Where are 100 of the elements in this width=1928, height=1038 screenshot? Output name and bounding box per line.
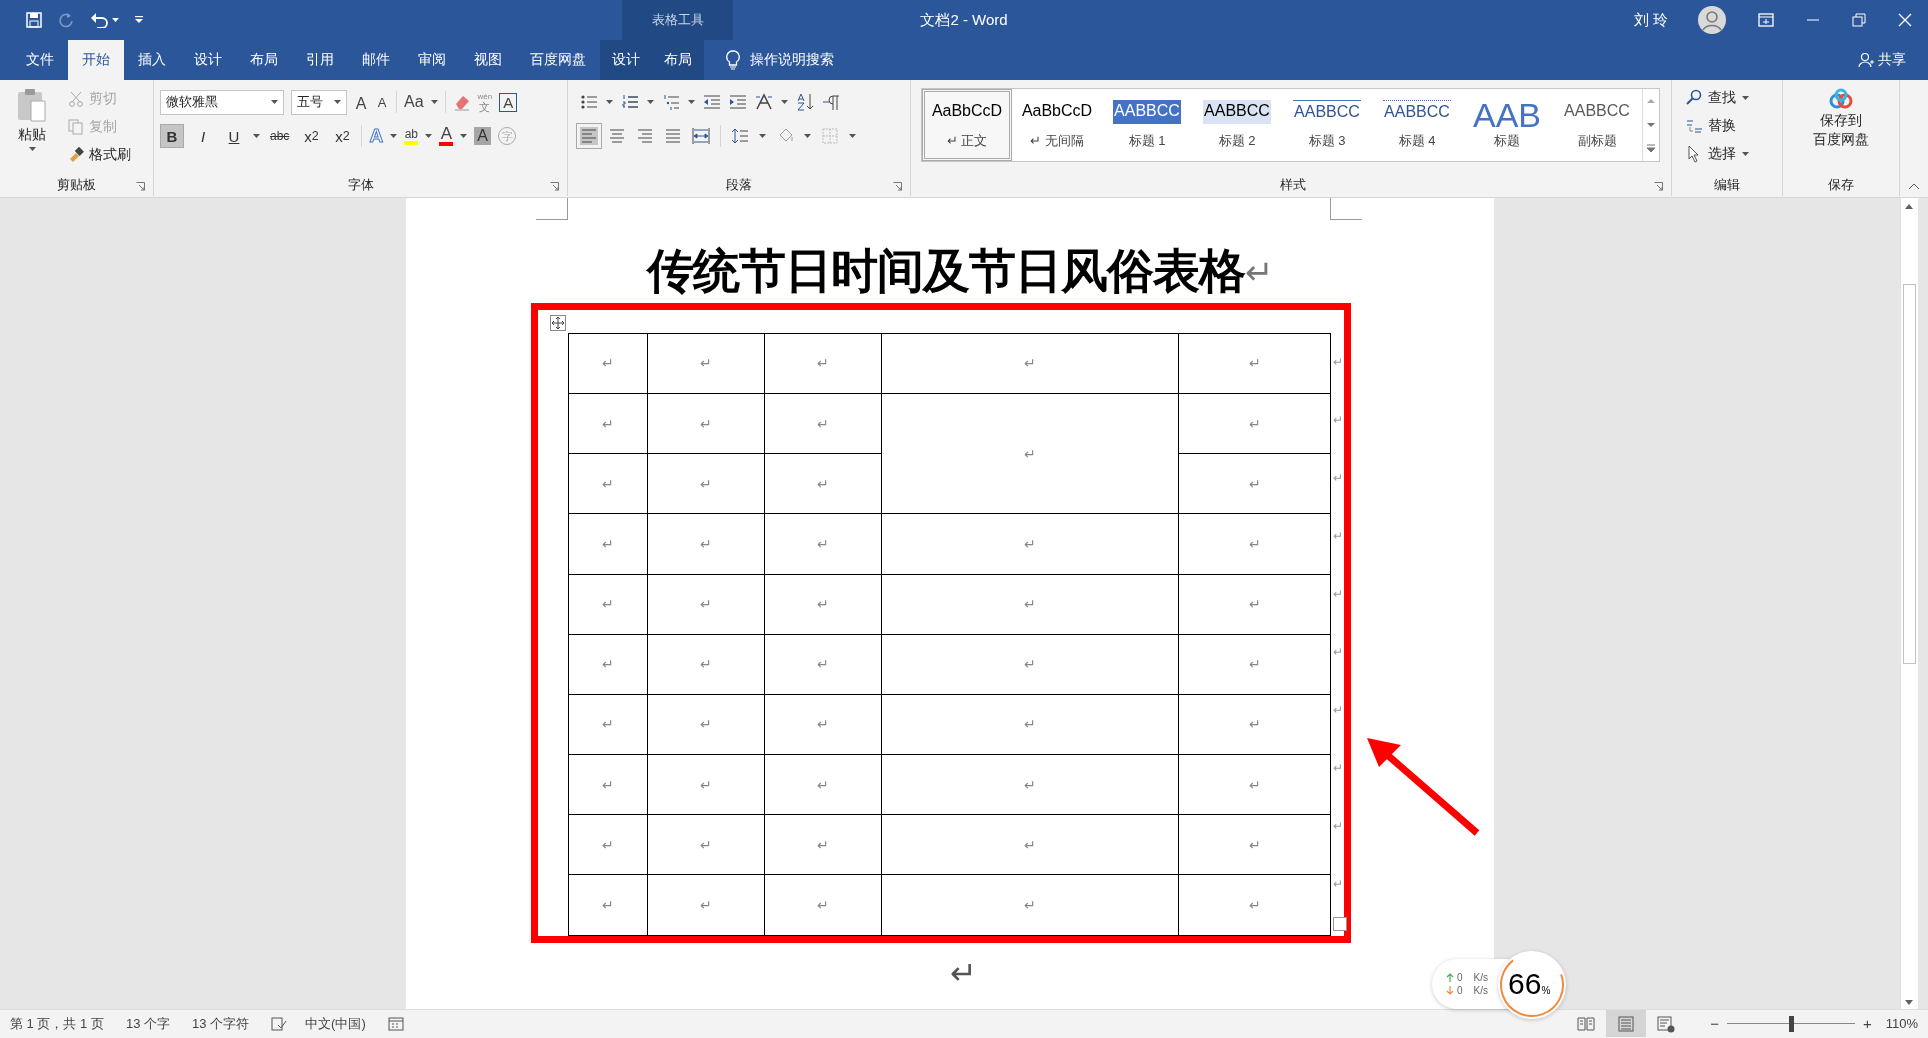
shrink-font-button[interactable]: A	[375, 94, 389, 110]
row-end-mark: ↵	[1333, 354, 1343, 369]
ribbon-tab[interactable]: 视图	[460, 40, 516, 80]
zoom-out-button[interactable]: −	[1704, 1015, 1725, 1033]
caret-icon[interactable]	[425, 134, 433, 138]
caret-icon[interactable]	[390, 134, 398, 138]
font-color-button[interactable]: A	[439, 126, 454, 146]
caret-icon[interactable]	[759, 134, 766, 138]
caret-icon[interactable]	[849, 134, 856, 138]
style-item[interactable]: AaBbCcD ↵ 无间隔	[1012, 89, 1102, 161]
zoom-in-button[interactable]: +	[1856, 1015, 1878, 1033]
caret-icon[interactable]	[334, 100, 341, 104]
style-item[interactable]: AaBbCcD ↵ 正文	[922, 89, 1012, 161]
increase-indent-icon[interactable]	[729, 93, 747, 111]
redo-icon[interactable]	[58, 12, 74, 28]
sort-icon[interactable]	[796, 93, 814, 111]
vertical-scrollbar[interactable]	[1900, 197, 1918, 1010]
ribbon-tab[interactable]: 布局	[236, 40, 292, 80]
character-border-button[interactable]: A	[499, 92, 518, 112]
style-item[interactable]: AABBCC 副标题	[1552, 89, 1642, 161]
caret-icon[interactable]	[688, 100, 695, 104]
caret-icon[interactable]	[1742, 152, 1749, 156]
caret-icon[interactable]	[647, 100, 654, 104]
scrollbar-thumb[interactable]	[1903, 283, 1916, 664]
paragraph-mark-icon[interactable]	[822, 93, 840, 111]
ribbon-tab[interactable]: 审阅	[404, 40, 460, 80]
customize-toolbar-icon[interactable]	[135, 16, 143, 24]
save-to-cloud-button[interactable]: 保存到 百度网盘	[1809, 86, 1873, 174]
format-button[interactable]: B	[160, 124, 184, 148]
text-layout-icon[interactable]	[755, 93, 773, 111]
change-case-button[interactable]: Aa	[404, 93, 424, 111]
close-icon[interactable]	[1898, 13, 1912, 27]
ribbon-tab[interactable]: 设计	[600, 40, 652, 80]
editing-button[interactable]: 选择	[1684, 142, 1776, 166]
ribbon-tab[interactable]: 引用	[292, 40, 348, 80]
share-button[interactable]: 共享	[1852, 40, 1912, 80]
undo-icon[interactable]	[90, 12, 108, 28]
table-move-handle-icon[interactable]	[550, 314, 566, 331]
proofing-icon[interactable]	[271, 1015, 288, 1032]
ribbon-tab[interactable]: 文件	[12, 40, 68, 80]
multilevel-list-icon[interactable]	[662, 93, 680, 111]
character-shading-button[interactable]: A	[474, 127, 492, 145]
clipboard-button[interactable]: 格式刷	[64, 142, 135, 168]
ribbon-tab[interactable]: 百度网盘	[516, 40, 600, 80]
caret-icon[interactable]	[1742, 96, 1749, 100]
style-item[interactable]: AAB 标题	[1462, 89, 1552, 161]
ribbon-tab[interactable]: 邮件	[348, 40, 404, 80]
table-resize-handle-icon[interactable]	[1333, 916, 1347, 931]
grow-font-button[interactable]: A	[354, 90, 368, 114]
dialog-launcher-icon[interactable]	[1654, 182, 1663, 191]
numbered-list-icon[interactable]	[621, 93, 639, 111]
caret-icon[interactable]	[112, 18, 119, 22]
caret-icon[interactable]	[460, 134, 468, 138]
window-title: 文档2 - Word	[920, 9, 1008, 30]
tell-me-search[interactable]: 操作说明搜索	[720, 40, 840, 80]
group-label: 剪贴板	[57, 176, 96, 194]
caret-icon[interactable]	[430, 100, 438, 104]
caret-icon[interactable]	[271, 100, 278, 104]
ribbon-tab[interactable]: 开始	[68, 40, 124, 80]
ribbon-display-icon[interactable]	[1758, 13, 1774, 27]
caret-icon[interactable]	[804, 134, 811, 138]
ribbon-tab[interactable]: 插入	[124, 40, 180, 80]
line-spacing-icon[interactable]	[731, 127, 749, 145]
dialog-launcher-icon[interactable]	[136, 182, 145, 191]
save-icon[interactable]	[26, 12, 42, 28]
row-end-mark: ↵	[1333, 586, 1343, 601]
highlight-button[interactable]: ab	[404, 127, 419, 145]
format-button[interactable]: abc	[267, 124, 293, 148]
format-button[interactable]: U	[222, 124, 246, 148]
row-end-mark: ↵	[1333, 644, 1343, 659]
caret-icon[interactable]	[28, 147, 36, 151]
collapse-ribbon-icon[interactable]	[1908, 182, 1920, 190]
font-name-dropdown[interactable]: 微软雅黑	[160, 89, 284, 115]
zoom-level[interactable]: 110%	[1885, 1016, 1918, 1032]
font-size-dropdown[interactable]: 五号	[291, 89, 347, 115]
decrease-indent-icon[interactable]	[703, 93, 721, 111]
dialog-launcher-icon[interactable]	[893, 182, 902, 191]
caret-icon[interactable]	[781, 100, 788, 104]
style-item[interactable]: AABBCC 标题 2	[1192, 89, 1282, 161]
zoom-slider-thumb[interactable]	[1788, 1015, 1794, 1032]
bullet-list-icon[interactable]	[580, 93, 598, 111]
table-cell: ↵	[647, 574, 765, 635]
caret-icon[interactable]	[606, 100, 613, 104]
style-item[interactable]: AABBCC 标题 1	[1102, 89, 1192, 161]
language-status[interactable]: 中文(中国)	[305, 1014, 366, 1033]
editing-button[interactable]: 查找	[1684, 86, 1776, 110]
style-item[interactable]: AABBCC 标题 3	[1282, 89, 1372, 161]
style-item[interactable]: AABBCC 标题 4	[1372, 89, 1462, 161]
editing-button[interactable]: 替换	[1684, 114, 1776, 138]
caret-icon[interactable]	[253, 134, 260, 138]
avatar-icon[interactable]	[1698, 6, 1726, 34]
restore-icon[interactable]	[1852, 13, 1866, 27]
dialog-launcher-icon[interactable]	[550, 182, 559, 191]
paste-button[interactable]: 粘贴	[6, 86, 58, 174]
ribbon-tab[interactable]: 布局	[652, 40, 704, 80]
distribute-icon[interactable]	[692, 127, 710, 145]
format-button[interactable]: I	[191, 124, 215, 148]
macro-record-icon[interactable]	[387, 1016, 404, 1031]
ribbon-tab[interactable]: 设计	[180, 40, 236, 80]
eraser-icon[interactable]	[452, 93, 471, 111]
